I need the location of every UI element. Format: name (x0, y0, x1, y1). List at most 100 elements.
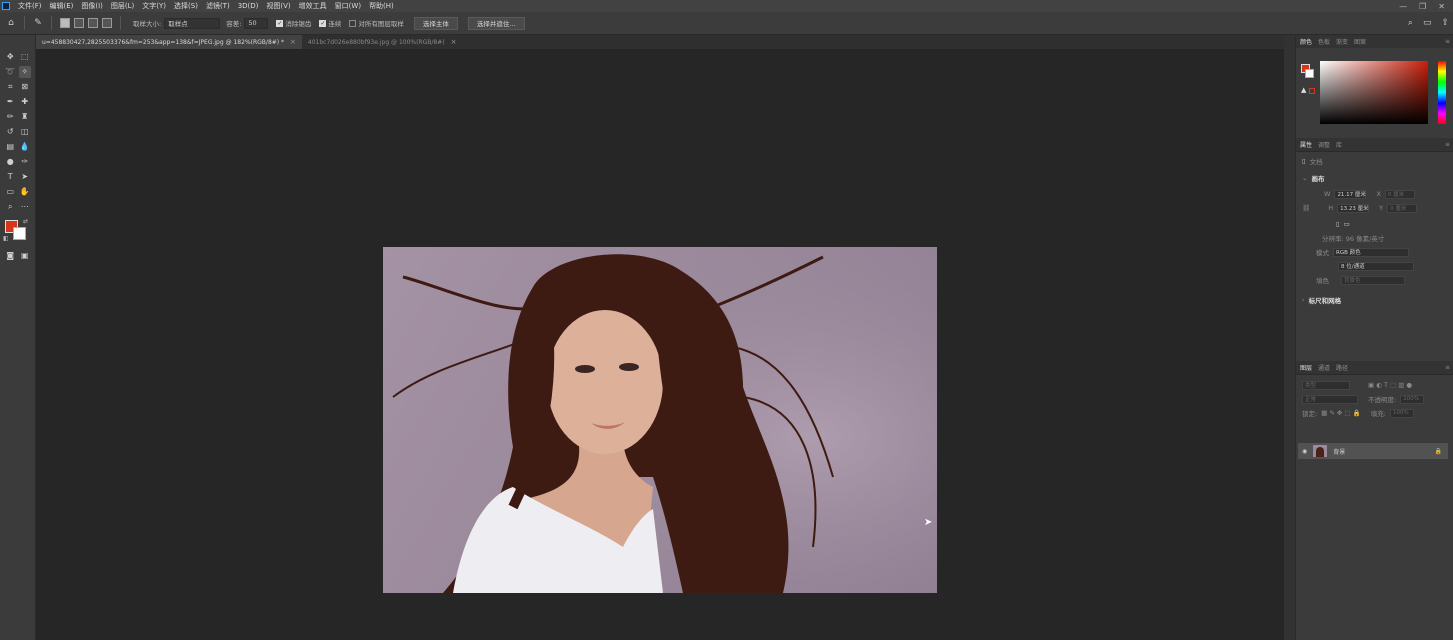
document-tab[interactable]: 401bc7d026e880bf93e.jpg @ 100%(RGB/8#) × (302, 35, 463, 49)
menu-window[interactable]: 窗口(W) (331, 1, 365, 11)
gamut-color-chip[interactable] (1309, 88, 1315, 94)
menu-image[interactable]: 图像(I) (77, 1, 107, 11)
antialias-checkbox[interactable]: ✓ (276, 19, 284, 27)
add-selection-button[interactable] (74, 18, 84, 28)
select-and-mask-button[interactable]: 选择并遮住... (467, 16, 525, 30)
layer-row[interactable]: ◉ 背景 🔒 (1298, 443, 1448, 459)
y-field[interactable]: 0 厘米 (1387, 203, 1418, 213)
search-icon[interactable]: ⌕ (1408, 18, 1413, 28)
sample-all-layers-checkbox[interactable] (349, 19, 357, 27)
menu-filter[interactable]: 滤镜(T) (202, 1, 234, 11)
crop-tool-icon[interactable]: ⌗ (4, 81, 16, 93)
menu-3d[interactable]: 3D(D) (234, 2, 263, 10)
collapsed-panel-dock[interactable] (1284, 35, 1295, 640)
gradient-tool-icon[interactable]: ▤ (4, 141, 16, 153)
screen-mode-icon[interactable]: ▣ (19, 250, 31, 262)
eraser-tool-icon[interactable]: ◫ (19, 126, 31, 138)
close-tab-icon[interactable]: × (290, 38, 296, 46)
quick-mask-icon[interactable]: ◙ (4, 250, 16, 262)
dodge-tool-icon[interactable]: ● (4, 156, 16, 168)
zoom-tool-icon[interactable]: ⌕ (4, 201, 16, 213)
lock-icon[interactable]: 🔒 (1435, 448, 1442, 455)
menu-help[interactable]: 帮助(H) (365, 1, 398, 11)
panel-menu-icon[interactable]: ≡ (1445, 364, 1453, 371)
eye-icon[interactable]: ◉ (1302, 448, 1307, 455)
path-select-icon[interactable]: ➤ (19, 171, 31, 183)
hand-tool-icon[interactable]: ✋ (19, 186, 31, 198)
mode-select[interactable]: RGB 颜色 (1333, 247, 1409, 257)
restore-button[interactable]: ❐ (1419, 2, 1426, 11)
history-brush-icon[interactable]: ↺ (4, 126, 16, 138)
frame-tool-icon[interactable]: ⊠ (19, 81, 31, 93)
link-icon[interactable]: ⛓ (1302, 204, 1310, 212)
tab-layers[interactable]: 图层 (1300, 363, 1312, 372)
portrait-orientation-icon[interactable]: ▯ (1336, 220, 1340, 228)
blur-tool-icon[interactable]: 💧 (19, 141, 31, 153)
lock-icons[interactable]: ▦ ✎ ✥ ⬚ 🔒 (1321, 409, 1361, 417)
fill-color-select[interactable]: 背景色 (1341, 275, 1405, 285)
close-button[interactable]: ✕ (1438, 2, 1445, 11)
landscape-orientation-icon[interactable]: ▭ (1344, 220, 1350, 228)
workspace-icon[interactable]: ▭ (1423, 18, 1432, 28)
swap-colors-icon[interactable]: ⇄ (23, 218, 28, 225)
marquee-tool-icon[interactable]: ⬚ (19, 51, 31, 63)
panel-menu-icon[interactable]: ≡ (1445, 141, 1453, 148)
pen-tool-icon[interactable]: ✑ (19, 156, 31, 168)
tab-gradients[interactable]: 渐变 (1336, 37, 1348, 46)
healing-brush-icon[interactable]: ✚ (19, 96, 31, 108)
subtract-selection-button[interactable] (88, 18, 98, 28)
tab-adjustments[interactable]: 调整 (1318, 140, 1330, 149)
move-tool-icon[interactable]: ✥ (4, 51, 16, 63)
expand-arrow-icon[interactable]: › (1302, 296, 1305, 304)
rulers-grids-section-title[interactable]: 标尺和网格 (1309, 295, 1342, 305)
menu-edit[interactable]: 编辑(E) (46, 1, 78, 11)
x-field[interactable]: 0 厘米 (1384, 189, 1415, 199)
minimize-button[interactable]: — (1399, 2, 1407, 11)
tab-swatches[interactable]: 色板 (1318, 37, 1330, 46)
menu-select[interactable]: 选择(S) (170, 1, 202, 11)
sample-size-select[interactable]: 取样点 (164, 17, 221, 29)
eyedropper-tool-icon[interactable]: ✒ (4, 96, 16, 108)
rectangle-tool-icon[interactable]: ▭ (4, 186, 16, 198)
stamp-tool-icon[interactable]: ♜ (19, 111, 31, 123)
height-field[interactable]: 13.23 厘米 (1337, 203, 1370, 213)
menu-layer[interactable]: 图层(L) (107, 1, 138, 11)
close-tab-icon[interactable]: × (451, 38, 457, 46)
document-canvas[interactable] (383, 247, 937, 593)
tab-libraries[interactable]: 库 (1336, 140, 1342, 149)
share-icon[interactable]: ⇪ (1441, 18, 1449, 28)
menu-type[interactable]: 文字(Y) (138, 1, 170, 11)
bit-depth-select[interactable]: 8 位/通道 (1338, 261, 1414, 271)
color-picker-field[interactable] (1320, 61, 1428, 124)
background-color-swatch[interactable] (13, 227, 26, 240)
layer-filter-select[interactable]: 类型 (1302, 380, 1350, 390)
fill-field[interactable]: 100% (1389, 408, 1414, 418)
more-tools-icon[interactable]: ⋯ (19, 201, 31, 213)
menu-file[interactable]: 文件(F) (14, 1, 46, 11)
blend-mode-select[interactable]: 正常 (1302, 394, 1358, 404)
color-panel-background[interactable] (1305, 69, 1314, 78)
tab-channels[interactable]: 通道 (1318, 363, 1330, 372)
canvas-workspace[interactable]: ➤ (37, 49, 1284, 640)
tab-color[interactable]: 颜色 (1300, 37, 1312, 46)
collapse-arrow-icon[interactable]: ⌄ (1302, 174, 1307, 182)
width-field[interactable]: 21.17 厘米 (1334, 189, 1367, 199)
magic-wand-tool-icon[interactable]: ✧ (18, 65, 31, 78)
intersect-selection-button[interactable] (102, 18, 112, 28)
tab-paths[interactable]: 路径 (1336, 363, 1348, 372)
menu-view[interactable]: 视图(V) (262, 1, 294, 11)
tab-properties[interactable]: 属性 (1300, 140, 1312, 149)
lasso-tool-icon[interactable]: ➰ (4, 66, 16, 78)
tab-patterns[interactable]: 图案 (1354, 37, 1366, 46)
tolerance-input[interactable]: 50 (244, 17, 269, 29)
opacity-field[interactable]: 100% (1400, 394, 1425, 404)
brush-tool-icon[interactable]: ✏ (4, 111, 16, 123)
type-tool-icon[interactable]: T (4, 171, 16, 183)
menu-plugins[interactable]: 增效工具 (295, 1, 331, 11)
contiguous-checkbox[interactable]: ✓ (319, 19, 327, 27)
home-icon[interactable]: ⌂ (4, 16, 18, 30)
toolbar-grip[interactable] (0, 35, 35, 49)
new-selection-button[interactable] (60, 18, 70, 28)
magic-wand-preset-icon[interactable]: ✎ (31, 16, 45, 30)
hue-slider[interactable] (1438, 61, 1446, 124)
